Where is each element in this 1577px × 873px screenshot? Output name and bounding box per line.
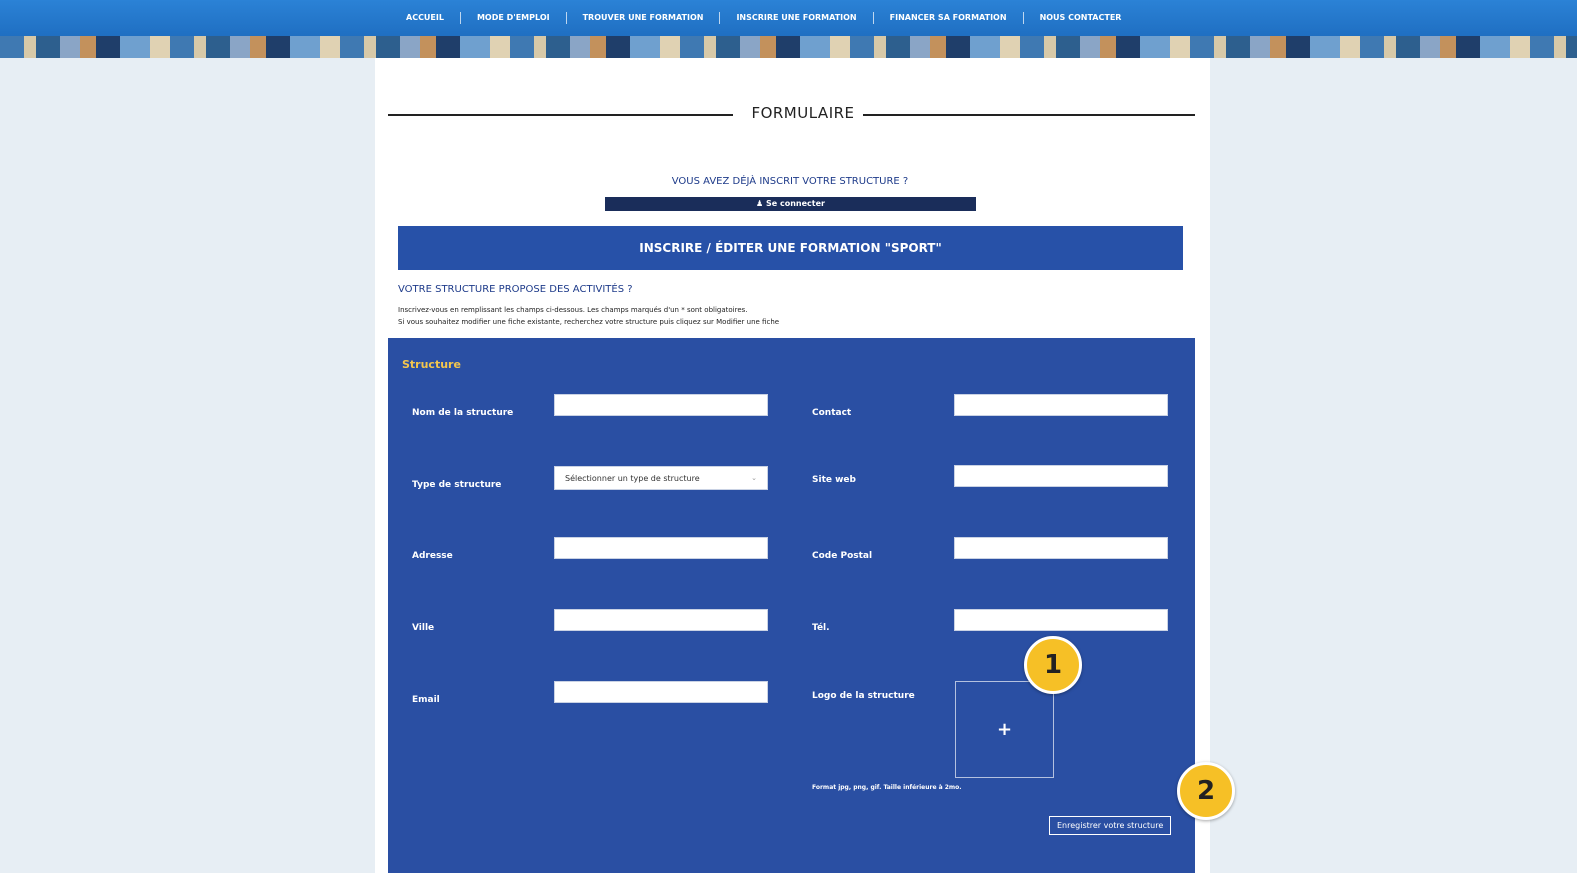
label-contact: Contact: [812, 408, 852, 418]
heading-rule-right: [863, 114, 1195, 116]
connect-button[interactable]: ♟ Se connecter: [605, 197, 976, 211]
label-adresse: Adresse: [412, 551, 453, 561]
label-code-postal: Code Postal: [812, 551, 873, 561]
plus-icon: +: [996, 719, 1013, 740]
structure-form: Structure Nom de la structure Contact Ty…: [388, 338, 1195, 873]
label-type-structure: Type de structure: [412, 480, 502, 490]
email-input[interactable]: [554, 681, 768, 703]
nav-item-inscrire-formation[interactable]: INSCRIRE UNE FORMATION: [720, 12, 874, 24]
instructions-line-1: Inscrivez-vous en remplissant les champs…: [398, 306, 748, 314]
nav-item-trouver-formation[interactable]: TROUVER UNE FORMATION: [567, 12, 721, 24]
section-banner: INSCRIRE / ÉDITER UNE FORMATION "SPORT": [398, 226, 1183, 270]
label-tel: Tél.: [812, 623, 830, 633]
activites-title: VOTRE STRUCTURE PROPOSE DES ACTIVITÉS ?: [398, 284, 633, 295]
logo-format-note: Format jpg, png, gif. Taille inférieure …: [812, 784, 962, 791]
page-title: FORMULAIRE: [388, 104, 1195, 124]
heading-rule-left: [388, 114, 733, 116]
main-content: FORMULAIRE VOUS AVEZ DÉJÀ INSCRIT VOTRE …: [375, 58, 1210, 873]
photo-banner: [0, 36, 1577, 58]
instructions-line-2: Si vous souhaitez modifier une fiche exi…: [398, 318, 780, 326]
top-navigation: ACCUEIL MODE D'EMPLOI TROUVER UNE FORMAT…: [0, 0, 1577, 36]
nav-item-mode-emploi[interactable]: MODE D'EMPLOI: [461, 12, 567, 24]
label-logo: Logo de la structure: [812, 691, 915, 701]
contact-input[interactable]: [954, 394, 1168, 416]
label-nom-structure: Nom de la structure: [412, 408, 514, 418]
connect-button-label: Se connecter: [766, 199, 825, 208]
nav-items: ACCUEIL MODE D'EMPLOI TROUVER UNE FORMAT…: [390, 12, 1137, 24]
page-title-text: FORMULAIRE: [751, 104, 855, 122]
user-icon: ♟: [756, 199, 764, 208]
ville-input[interactable]: [554, 609, 768, 631]
form-section-title: Structure: [402, 358, 461, 371]
nom-structure-input[interactable]: [554, 394, 768, 416]
adresse-input[interactable]: [554, 537, 768, 559]
code-postal-input[interactable]: [954, 537, 1168, 559]
nav-item-accueil[interactable]: ACCUEIL: [390, 12, 461, 24]
label-email: Email: [412, 695, 440, 705]
site-web-input[interactable]: [954, 465, 1168, 487]
already-registered-question: VOUS AVEZ DÉJÀ INSCRIT VOTRE STRUCTURE ?: [671, 176, 909, 187]
type-structure-select[interactable]: Sélectionner un type de structure ⌄: [554, 466, 768, 490]
type-structure-placeholder: Sélectionner un type de structure: [565, 473, 700, 483]
label-ville: Ville: [412, 623, 435, 633]
annotation-badge-1: 1: [1024, 636, 1082, 694]
label-site-web: Site web: [812, 475, 856, 485]
nav-item-nous-contacter[interactable]: NOUS CONTACTER: [1024, 12, 1138, 24]
nav-item-financer-formation[interactable]: FINANCER SA FORMATION: [874, 12, 1024, 24]
save-structure-button[interactable]: Enregistrer votre structure: [1049, 816, 1172, 835]
logo-upload-area[interactable]: +: [955, 681, 1054, 778]
annotation-badge-2: 2: [1177, 762, 1235, 820]
chevron-down-icon: ⌄: [751, 474, 757, 482]
tel-input[interactable]: [954, 609, 1168, 631]
